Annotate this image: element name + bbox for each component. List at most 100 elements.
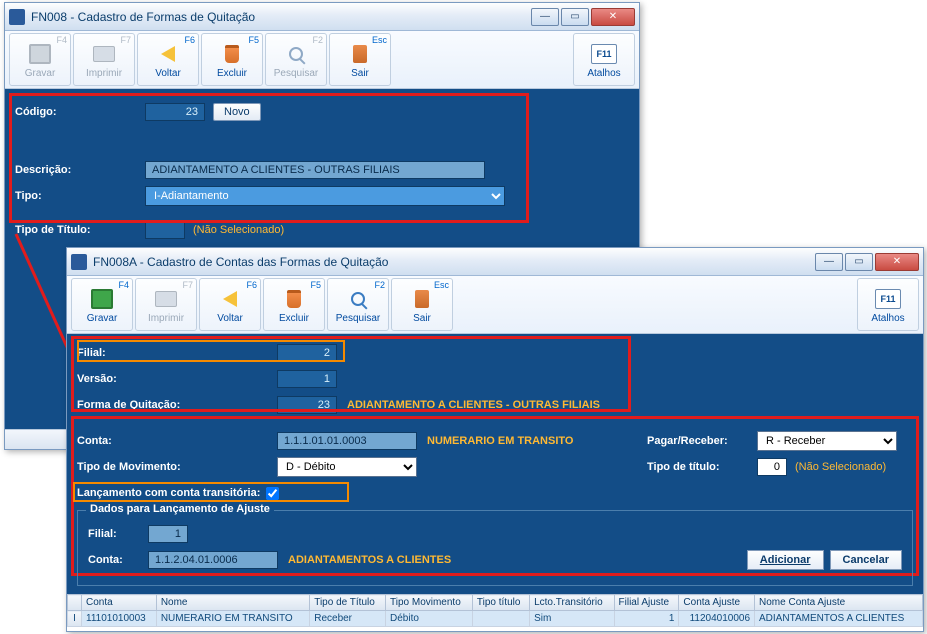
minimize-button[interactable]: —	[815, 253, 843, 271]
pesquisar-button[interactable]: F2 Pesquisar	[327, 278, 389, 331]
voltar-button[interactable]: F6 Voltar	[199, 278, 261, 331]
atalhos-button[interactable]: F11 Atalhos	[857, 278, 919, 331]
atalhos-button[interactable]: F11 Atalhos	[573, 33, 635, 86]
cell-tipotit2[interactable]	[472, 611, 529, 627]
codigo-label: Código:	[15, 106, 145, 118]
conta-field[interactable]: 1.1.1.01.01.0003	[277, 432, 417, 450]
search-icon	[344, 287, 372, 311]
maximize-button[interactable]: ▭	[561, 8, 589, 26]
pagar-receber-select[interactable]: R - Receber	[757, 431, 897, 451]
app-icon	[71, 254, 87, 270]
delete-icon	[218, 42, 246, 66]
sair-button[interactable]: Esc Sair	[329, 33, 391, 86]
exit-icon	[408, 287, 436, 311]
form-area: Filial: 2 Versão: 1 Forma de Quitação: 2…	[67, 334, 923, 594]
voltar-button[interactable]: F6 Voltar	[137, 33, 199, 86]
cell-filialaj[interactable]: 1	[614, 611, 679, 627]
aj-filial-label: Filial:	[88, 528, 148, 540]
versao-label: Versão:	[77, 373, 277, 385]
tipo-titulo-field[interactable]: 0	[757, 458, 787, 476]
col-contaaj[interactable]: Conta Ajuste	[679, 595, 755, 611]
tipomov-label: Tipo de Movimento:	[77, 461, 277, 473]
grid-container: Conta Nome Tipo de Título Tipo Movimento…	[67, 594, 923, 627]
pagar-receber-label: Pagar/Receber:	[647, 435, 757, 447]
gravar-button: F4 Gravar	[9, 33, 71, 86]
col-tipomov[interactable]: Tipo Movimento	[386, 595, 473, 611]
cell-conta[interactable]: 11101010003	[82, 611, 157, 627]
titlebar[interactable]: FN008 - Cadastro de Formas de Quitação —…	[5, 3, 639, 31]
grid-header-row: Conta Nome Tipo de Título Tipo Movimento…	[68, 595, 923, 611]
forma-text: ADIANTAMENTO A CLIENTES - OUTRAS FILIAIS	[347, 399, 600, 411]
aj-conta-label: Conta:	[88, 554, 148, 566]
filial-field[interactable]: 2	[277, 344, 337, 362]
imprimir-button: F7 Imprimir	[135, 278, 197, 331]
pesquisar-button: F2 Pesquisar	[265, 33, 327, 86]
cancelar-button[interactable]: Cancelar	[830, 550, 902, 570]
codigo-field[interactable]: 23	[145, 103, 205, 121]
conta-label: Conta:	[77, 435, 277, 447]
lanc-trans-label: Lançamento com conta transitória:	[77, 487, 260, 499]
adicionar-button[interactable]: Adicionar	[747, 550, 824, 570]
tipo-titulo-label: Tipo de Título:	[15, 224, 145, 236]
tipo-select[interactable]: I-Adiantamento	[145, 186, 505, 206]
gravar-button[interactable]: F4 Gravar	[71, 278, 133, 331]
imprimir-button: F7 Imprimir	[73, 33, 135, 86]
delete-icon	[280, 287, 308, 311]
ajuste-legend: Dados para Lançamento de Ajuste	[86, 503, 274, 515]
toolbar: F4 Gravar F7 Imprimir F6 Voltar F5 Exclu…	[5, 31, 639, 89]
maximize-button[interactable]: ▭	[845, 253, 873, 271]
f11-icon: F11	[874, 287, 902, 311]
ajuste-fieldset: Dados para Lançamento de Ajuste Filial: …	[77, 510, 913, 586]
exit-icon	[346, 42, 374, 66]
aj-conta-text: ADIANTAMENTOS A CLIENTES	[288, 554, 451, 566]
tipo-titulo-label: Tipo de título:	[647, 461, 757, 473]
descricao-label: Descrição:	[15, 164, 145, 176]
cell-tipotitulo[interactable]: Receber	[310, 611, 386, 627]
search-icon	[282, 42, 310, 66]
titlebar[interactable]: FN008A - Cadastro de Contas das Formas d…	[67, 248, 923, 276]
minimize-button[interactable]: —	[531, 8, 559, 26]
grid-rowselector-header	[68, 595, 82, 611]
close-button[interactable]: ✕	[591, 8, 635, 26]
window-title: FN008 - Cadastro de Formas de Quitação	[31, 10, 531, 24]
filial-label: Filial:	[77, 347, 277, 359]
cell-nome[interactable]: NUMERARIO EM TRANSITO	[156, 611, 309, 627]
sair-button[interactable]: Esc Sair	[391, 278, 453, 331]
aj-conta-field[interactable]: 1.1.2.04.01.0006	[148, 551, 278, 569]
col-conta[interactable]: Conta	[82, 595, 157, 611]
forma-field[interactable]: 23	[277, 396, 337, 414]
forma-label: Forma de Quitação:	[77, 399, 277, 411]
row-cursor-icon: I	[68, 611, 82, 627]
excluir-button[interactable]: F5 Excluir	[201, 33, 263, 86]
descricao-field[interactable]: ADIANTAMENTO A CLIENTES - OUTRAS FILIAIS	[145, 161, 485, 179]
excluir-button[interactable]: F5 Excluir	[263, 278, 325, 331]
back-icon	[216, 287, 244, 311]
lanc-trans-checkbox[interactable]	[266, 487, 279, 500]
window-fn008a: FN008A - Cadastro de Contas das Formas d…	[66, 247, 924, 632]
tipo-titulo-field[interactable]	[145, 221, 185, 239]
cell-contaaj[interactable]: 11204010006	[679, 611, 755, 627]
col-filialaj[interactable]: Filial Ajuste	[614, 595, 679, 611]
col-lctotrans[interactable]: Lcto.Transitório	[530, 595, 614, 611]
versao-field[interactable]: 1	[277, 370, 337, 388]
close-button[interactable]: ✕	[875, 253, 919, 271]
tipomov-select[interactable]: D - Débito	[277, 457, 417, 477]
print-icon	[90, 42, 118, 66]
print-icon	[152, 287, 180, 311]
novo-button[interactable]: Novo	[213, 103, 261, 121]
table-row[interactable]: I 11101010003 NUMERARIO EM TRANSITO Rece…	[68, 611, 923, 627]
col-nome[interactable]: Nome	[156, 595, 309, 611]
save-icon	[88, 287, 116, 311]
col-nomecontaaj[interactable]: Nome Conta Ajuste	[755, 595, 923, 611]
cell-nomecontaaj[interactable]: ADIANTAMENTOS A CLIENTES	[755, 611, 923, 627]
f11-icon: F11	[590, 42, 618, 66]
aj-filial-field[interactable]: 1	[148, 525, 188, 543]
toolbar: F4 Gravar F7 Imprimir F6 Voltar F5 Exclu…	[67, 276, 923, 334]
conta-text: NUMERARIO EM TRANSITO	[427, 435, 627, 447]
col-tipotit2[interactable]: Tipo título	[472, 595, 529, 611]
cell-tipomov[interactable]: Débito	[386, 611, 473, 627]
accounts-grid[interactable]: Conta Nome Tipo de Título Tipo Movimento…	[67, 594, 923, 627]
back-icon	[154, 42, 182, 66]
col-tipotitulo[interactable]: Tipo de Título	[310, 595, 386, 611]
cell-lctotrans[interactable]: Sim	[530, 611, 614, 627]
